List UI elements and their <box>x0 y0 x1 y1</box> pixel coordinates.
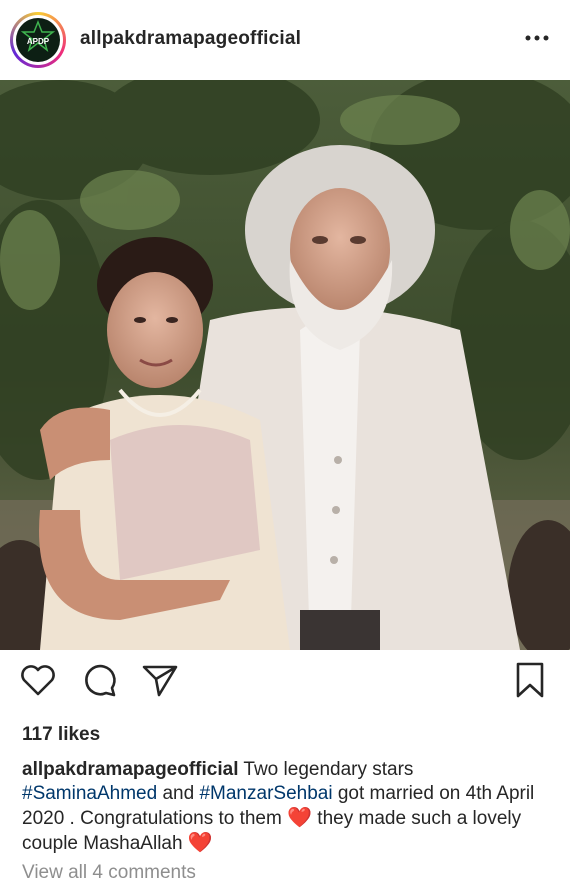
comment-button[interactable] <box>80 660 120 700</box>
red-heart-emoji: ❤️ <box>187 832 213 854</box>
hashtag-manzar-sehbai[interactable]: #ManzarSehbai <box>199 783 332 804</box>
avatar-ring: APDP <box>13 15 63 65</box>
post-photo[interactable] <box>0 80 570 650</box>
like-button[interactable] <box>18 660 58 700</box>
svg-text:APDP: APDP <box>27 37 50 46</box>
more-options-button[interactable] <box>520 26 554 50</box>
action-bar <box>0 660 570 712</box>
likes-count[interactable]: 117 likes <box>22 724 100 746</box>
send-icon <box>142 665 178 697</box>
caption-text: and <box>157 783 200 804</box>
avatar-logo: APDP <box>16 18 60 62</box>
header-username[interactable]: allpakdramapageofficial <box>80 28 301 50</box>
red-heart-emoji: ❤️ <box>287 807 313 829</box>
heart-icon <box>21 665 55 696</box>
hashtag-samina-ahmed[interactable]: #SaminaAhmed <box>22 783 157 804</box>
caption-username[interactable]: allpakdramapageofficial <box>22 759 238 780</box>
save-button[interactable] <box>510 660 550 700</box>
caption-text: Two legendary stars <box>238 759 414 780</box>
couple-photo <box>0 80 570 650</box>
profile-avatar[interactable]: APDP <box>10 12 66 68</box>
post-header: APDP allpakdramapageofficial <box>0 0 570 80</box>
bookmark-icon <box>516 662 544 698</box>
share-button[interactable] <box>140 660 180 700</box>
more-icon <box>525 35 549 41</box>
comment-icon <box>85 664 116 697</box>
post-caption: allpakdramapageofficial Two legendary st… <box>22 758 552 856</box>
view-comments-link[interactable]: View all 4 comments <box>22 862 196 884</box>
apdp-logo-icon: APDP <box>20 19 56 52</box>
